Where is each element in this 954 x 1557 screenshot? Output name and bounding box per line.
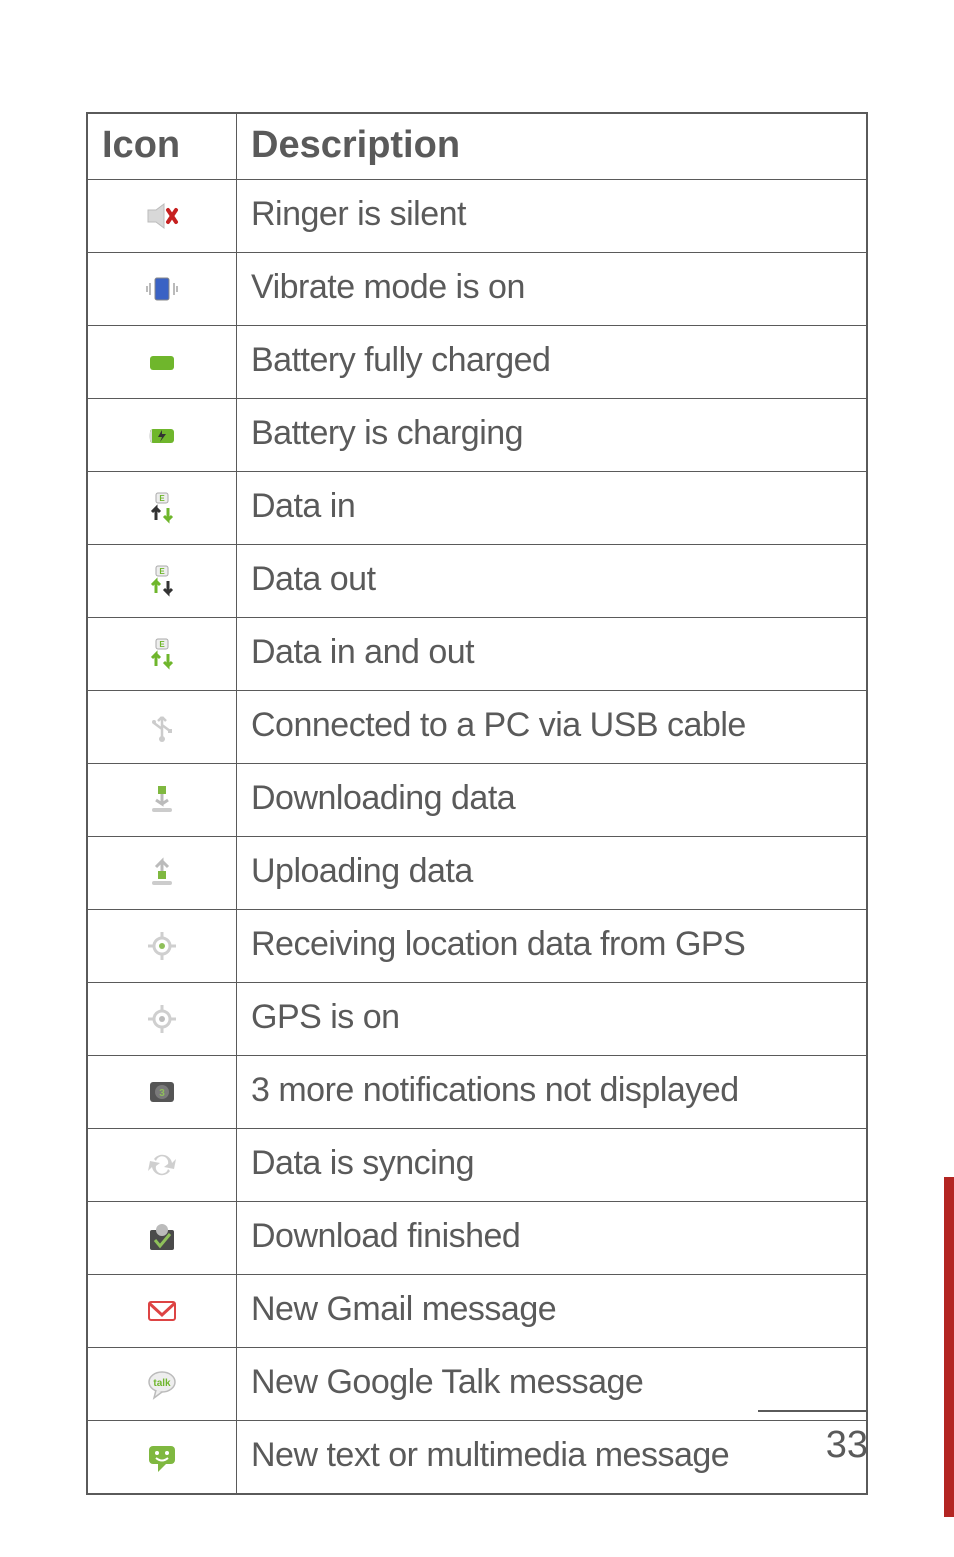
table-row: Battery is charging bbox=[87, 399, 867, 472]
table-row: GPS is on bbox=[87, 983, 867, 1056]
table-row: Connected to a PC via USB cable bbox=[87, 691, 867, 764]
icon-description-table: Icon Description Ringer is silent bbox=[86, 112, 868, 1495]
mms-icon bbox=[144, 1448, 180, 1465]
table-row: Data is syncing bbox=[87, 1129, 867, 1202]
table-row: 3 3 more notifications not displayed bbox=[87, 1056, 867, 1129]
battery-full-icon bbox=[144, 353, 180, 370]
document-page: Icon Description Ringer is silent bbox=[0, 0, 954, 1557]
row-desc: Download finished bbox=[237, 1202, 868, 1275]
row-desc: Receiving location data from GPS bbox=[237, 910, 868, 983]
usb-icon bbox=[144, 718, 180, 735]
table-row: E Data in and out bbox=[87, 618, 867, 691]
table-row: Downloading data bbox=[87, 764, 867, 837]
row-desc: Battery fully charged bbox=[237, 326, 868, 399]
table-row: Receiving location data from GPS bbox=[87, 910, 867, 983]
table-row: Download finished bbox=[87, 1202, 867, 1275]
page-number: 33 bbox=[758, 1410, 868, 1467]
gmail-icon bbox=[144, 1302, 180, 1319]
row-desc: Ringer is silent bbox=[237, 180, 868, 253]
page-edge-accent bbox=[944, 1177, 954, 1517]
table-row: New text or multimedia message bbox=[87, 1421, 867, 1495]
table-row: Ringer is silent bbox=[87, 180, 867, 253]
more-notifications-icon: 3 bbox=[144, 1083, 180, 1100]
header-description: Description bbox=[237, 113, 868, 180]
gps-receiving-icon bbox=[144, 937, 180, 954]
table-row: E Data out bbox=[87, 545, 867, 618]
row-desc: Battery is charging bbox=[237, 399, 868, 472]
ringer-silent-icon bbox=[144, 207, 180, 224]
row-desc: Data is syncing bbox=[237, 1129, 868, 1202]
row-desc: Downloading data bbox=[237, 764, 868, 837]
svg-text:E: E bbox=[159, 494, 165, 503]
data-out-icon: E bbox=[144, 572, 180, 589]
row-desc: Uploading data bbox=[237, 837, 868, 910]
header-icon: Icon bbox=[87, 113, 237, 180]
table-row: Battery fully charged bbox=[87, 326, 867, 399]
row-desc: Vibrate mode is on bbox=[237, 253, 868, 326]
upload-icon bbox=[144, 864, 180, 881]
vibrate-icon bbox=[144, 280, 180, 297]
table-row: Uploading data bbox=[87, 837, 867, 910]
svg-text:talk: talk bbox=[153, 1378, 171, 1389]
row-desc: Data in bbox=[237, 472, 868, 545]
table-row: Vibrate mode is on bbox=[87, 253, 867, 326]
row-desc: 3 more notifications not displayed bbox=[237, 1056, 868, 1129]
table-row: E Data in bbox=[87, 472, 867, 545]
download-finished-icon bbox=[144, 1229, 180, 1246]
row-desc: Data out bbox=[237, 545, 868, 618]
row-desc: Connected to a PC via USB cable bbox=[237, 691, 868, 764]
row-desc: GPS is on bbox=[237, 983, 868, 1056]
table-row: talk New Google Talk message bbox=[87, 1348, 867, 1421]
table-row: New Gmail message bbox=[87, 1275, 867, 1348]
download-icon bbox=[144, 791, 180, 808]
svg-text:3: 3 bbox=[159, 1088, 165, 1099]
sync-icon bbox=[144, 1156, 180, 1173]
row-desc: Data in and out bbox=[237, 618, 868, 691]
data-in-icon: E bbox=[144, 499, 180, 516]
row-desc: New Gmail message bbox=[237, 1275, 868, 1348]
battery-charging-icon bbox=[144, 426, 180, 443]
table-header-row: Icon Description bbox=[87, 113, 867, 180]
svg-text:E: E bbox=[159, 567, 165, 576]
svg-text:E: E bbox=[159, 640, 165, 649]
gps-on-icon bbox=[144, 1010, 180, 1027]
data-in-out-icon: E bbox=[144, 645, 180, 662]
gtalk-icon: talk bbox=[144, 1375, 180, 1392]
